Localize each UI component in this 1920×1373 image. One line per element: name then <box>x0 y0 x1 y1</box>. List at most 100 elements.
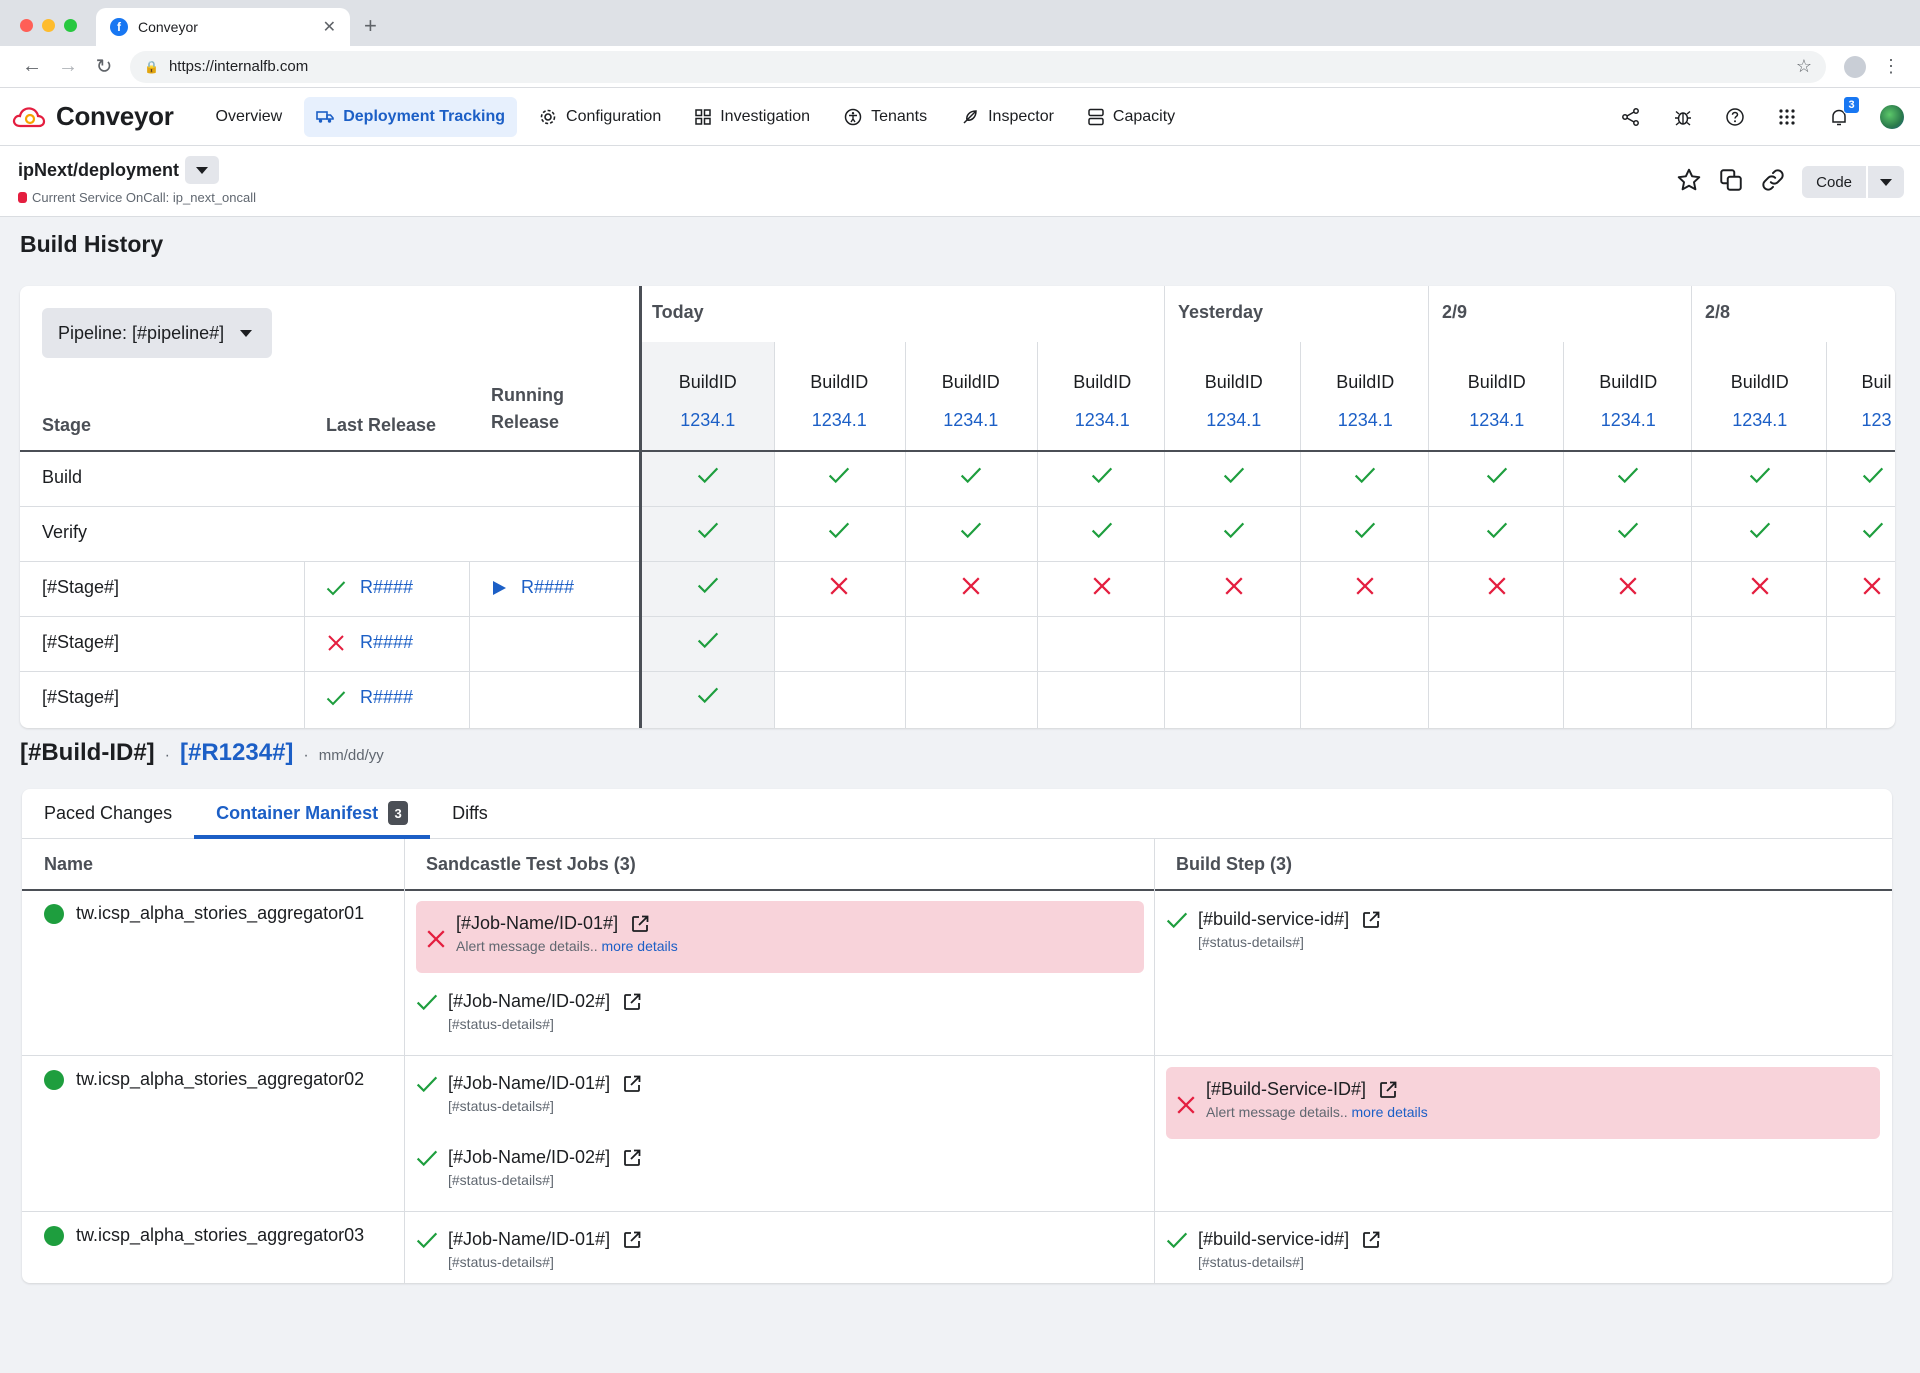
build-step-link[interactable]: [#build-service-id#] <box>1198 1229 1381 1250</box>
build-number-link[interactable]: 1234.1 <box>1431 410 1563 431</box>
success-check-icon[interactable] <box>642 631 774 649</box>
build-number-link[interactable]: 1234.1 <box>1168 410 1300 431</box>
external-link-icon[interactable] <box>630 914 650 934</box>
minimize-window-button[interactable] <box>42 19 55 32</box>
build-step-link[interactable]: [#build-service-id#] <box>1198 909 1381 930</box>
build-number-link[interactable]: 123 <box>1826 410 1896 431</box>
nav-capacity[interactable]: Capacity <box>1076 97 1187 137</box>
tab-container-manifest[interactable]: Container Manifest 3 <box>194 789 431 839</box>
nav-deployment-tracking[interactable]: Deployment Tracking <box>304 96 518 137</box>
failure-x-icon[interactable] <box>774 576 906 596</box>
reload-icon[interactable]: ↻ <box>86 54 122 79</box>
success-check-icon[interactable] <box>1168 466 1300 484</box>
build-number-link[interactable]: 1234.1 <box>905 410 1037 431</box>
build-number-link[interactable]: 1234.1 <box>1563 410 1695 431</box>
last-release-link[interactable]: R#### <box>326 632 413 653</box>
job-link[interactable]: [#Job-Name/ID-01#] <box>448 1229 642 1250</box>
apps-grid-icon[interactable] <box>1776 106 1798 128</box>
failure-x-icon[interactable] <box>1431 576 1563 596</box>
bug-icon[interactable] <box>1672 106 1694 128</box>
close-tab-icon[interactable]: ✕ <box>323 17 336 37</box>
new-tab-icon[interactable]: + <box>364 13 377 39</box>
deployment-dropdown-button[interactable] <box>185 156 220 184</box>
success-check-icon[interactable] <box>1826 466 1896 484</box>
success-check-icon[interactable] <box>774 521 906 539</box>
more-details-link[interactable]: more details <box>1352 1104 1428 1120</box>
success-check-icon[interactable] <box>1826 521 1896 539</box>
success-check-icon[interactable] <box>905 521 1037 539</box>
nav-investigation[interactable]: Investigation <box>683 97 822 137</box>
success-check-icon[interactable] <box>1168 521 1300 539</box>
job-link[interactable]: [#Job-Name/ID-01#] <box>448 1073 642 1094</box>
maximize-window-button[interactable] <box>64 19 77 32</box>
build-number-link[interactable]: 1234.1 <box>1037 410 1169 431</box>
bookmark-star-icon[interactable]: ☆ <box>1796 56 1812 77</box>
build-number-link[interactable]: 1234.1 <box>1300 410 1432 431</box>
help-icon[interactable] <box>1724 106 1746 128</box>
nav-inspector[interactable]: Inspector <box>949 97 1066 137</box>
code-dropdown-button[interactable] <box>1868 166 1904 198</box>
failure-x-icon[interactable] <box>1694 576 1826 596</box>
more-details-link[interactable]: more details <box>602 938 678 954</box>
success-check-icon[interactable] <box>1300 521 1432 539</box>
browser-tab[interactable]: f Conveyor ✕ <box>96 8 350 46</box>
build-number-link[interactable]: 1234.1 <box>774 410 906 431</box>
external-link-icon[interactable] <box>622 1230 642 1250</box>
last-release-link[interactable]: R#### <box>326 577 413 598</box>
success-check-icon[interactable] <box>774 466 906 484</box>
release-link[interactable]: [#R1234#] <box>180 739 293 767</box>
conveyor-logo[interactable]: Conveyor <box>12 101 174 132</box>
nav-tenants[interactable]: Tenants <box>832 97 939 137</box>
failure-x-icon[interactable] <box>1168 576 1300 596</box>
failure-x-icon[interactable] <box>1563 576 1695 596</box>
success-check-icon[interactable] <box>1694 521 1826 539</box>
external-link-icon[interactable] <box>1378 1080 1398 1100</box>
external-link-icon[interactable] <box>1361 910 1381 930</box>
success-check-icon[interactable] <box>1431 466 1563 484</box>
favorite-star-icon[interactable] <box>1676 167 1702 198</box>
failure-x-icon[interactable] <box>1826 576 1896 596</box>
success-check-icon[interactable] <box>1037 521 1169 539</box>
external-link-icon[interactable] <box>1361 1230 1381 1250</box>
build-number-link[interactable]: 1234.1 <box>642 410 774 431</box>
back-arrow-icon[interactable]: ← <box>14 55 50 78</box>
failure-x-icon[interactable] <box>1037 576 1169 596</box>
job-link[interactable]: [#Job-Name/ID-02#] <box>448 1147 642 1168</box>
external-link-icon[interactable] <box>622 992 642 1012</box>
forward-arrow-icon[interactable]: → <box>50 55 86 78</box>
job-link[interactable]: [#Job-Name/ID-01#] <box>456 913 678 934</box>
job-link[interactable]: [#Job-Name/ID-02#] <box>448 991 642 1012</box>
tab-diffs[interactable]: Diffs <box>430 789 510 838</box>
success-check-icon[interactable] <box>1300 466 1432 484</box>
success-check-icon[interactable] <box>1431 521 1563 539</box>
success-check-icon[interactable] <box>642 466 774 484</box>
copy-icon[interactable] <box>1718 167 1744 198</box>
success-check-icon[interactable] <box>1563 521 1695 539</box>
code-button[interactable]: Code <box>1802 166 1866 198</box>
nav-overview[interactable]: Overview <box>204 97 295 137</box>
url-field[interactable]: 🔒 https://internalfb.com ☆ <box>130 50 1826 83</box>
success-check-icon[interactable] <box>642 576 774 594</box>
failure-x-icon[interactable] <box>905 576 1037 596</box>
success-check-icon[interactable] <box>1563 466 1695 484</box>
user-avatar[interactable] <box>1880 104 1904 129</box>
success-check-icon[interactable] <box>642 686 774 704</box>
running-release-link[interactable]: R#### <box>491 577 574 598</box>
pipeline-dropdown[interactable]: Pipeline: [#pipeline#] <box>42 308 273 358</box>
success-check-icon[interactable] <box>905 466 1037 484</box>
nav-configuration[interactable]: Configuration <box>527 97 673 137</box>
success-check-icon[interactable] <box>1037 466 1169 484</box>
external-link-icon[interactable] <box>622 1074 642 1094</box>
share-nodes-icon[interactable] <box>1620 106 1642 128</box>
browser-menu-icon[interactable]: ⋮ <box>1882 56 1900 77</box>
last-release-link[interactable]: R#### <box>326 687 413 708</box>
close-window-button[interactable] <box>20 19 33 32</box>
failure-x-icon[interactable] <box>1300 576 1432 596</box>
profile-icon[interactable] <box>1844 55 1866 78</box>
bell-icon[interactable]: 3 <box>1828 95 1860 128</box>
build-number-link[interactable]: 1234.1 <box>1694 410 1826 431</box>
build-step-link[interactable]: [#Build-Service-ID#] <box>1206 1079 1428 1100</box>
external-link-icon[interactable] <box>622 1148 642 1168</box>
success-check-icon[interactable] <box>1694 466 1826 484</box>
tab-paced-changes[interactable]: Paced Changes <box>22 789 194 838</box>
